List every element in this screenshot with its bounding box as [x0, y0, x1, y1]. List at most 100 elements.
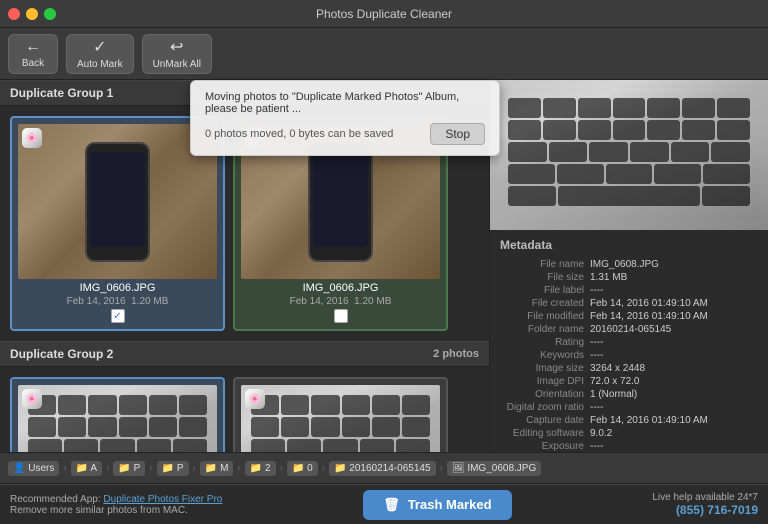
status-bar: 👤 Users › 📁 A › 📁 P › 📁 P › 📁 M › 📁 2 › …: [0, 452, 768, 484]
preview-keyboard: [498, 88, 760, 222]
breadcrumb-2[interactable]: 📁 2: [245, 461, 276, 476]
metadata-row: Capture dateFeb 14, 2016 01:49:10 AM: [500, 414, 758, 427]
photo-thumb: 🌸: [18, 124, 217, 279]
ios-icon: 🌸: [22, 128, 42, 148]
unmark-all-button[interactable]: ↩ UnMark All: [142, 34, 212, 74]
group-1-name: Duplicate Group 1: [10, 86, 113, 100]
photo-checkbox[interactable]: ✓: [111, 309, 125, 323]
metadata-section: Metadata File nameIMG_0608.JPGFile size1…: [490, 230, 768, 452]
live-help-section: Live help available 24*7 (855) 716-7019: [652, 492, 758, 517]
metadata-row: File modifiedFeb 14, 2016 01:49:10 AM: [500, 310, 758, 323]
metadata-row: Rating----: [500, 336, 758, 349]
traffic-lights: [8, 8, 56, 20]
meta-key: Image size: [500, 363, 590, 374]
photo-size: 1.20 MB: [354, 296, 391, 307]
photo-filename: IMG_0606.JPG: [80, 282, 156, 294]
meta-key: Image DPI: [500, 376, 590, 387]
breadcrumb-p2[interactable]: 📁 P: [157, 461, 189, 476]
trash-marked-button[interactable]: 🗑 Trash Marked: [363, 490, 511, 520]
meta-key: Orientation: [500, 389, 590, 400]
meta-key: Rating: [500, 337, 590, 348]
breadcrumb-sep: ›: [193, 463, 196, 474]
metadata-row: Image DPI72.0 x 72.0: [500, 375, 758, 388]
breadcrumb-sep: ›: [237, 463, 240, 474]
meta-key: Folder name: [500, 324, 590, 335]
photo-checkbox[interactable]: [334, 309, 348, 323]
photo-thumb: 🌸: [241, 385, 440, 452]
breadcrumb-0[interactable]: 📁 0: [287, 461, 318, 476]
auto-mark-icon: ✓: [93, 37, 106, 57]
metadata-row: Orientation1 (Normal): [500, 388, 758, 401]
keyboard-keys: [241, 385, 440, 452]
auto-mark-label: Auto Mark: [77, 59, 123, 70]
meta-key: Digital zoom ratio: [500, 402, 590, 413]
close-button[interactable]: [8, 8, 20, 20]
group-2-photos: 🌸 IMG_0608.JPG Feb 14, 2016 1.31 MB: [0, 367, 489, 452]
back-icon: ←: [25, 38, 41, 56]
minimize-button[interactable]: [26, 8, 38, 20]
meta-value: ----: [590, 285, 603, 296]
metadata-row: File label----: [500, 284, 758, 297]
toolbar: ← Back ✓ Auto Mark ↩ UnMark All: [0, 28, 768, 80]
metadata-row: File createdFeb 14, 2016 01:49:10 AM: [500, 297, 758, 310]
back-label: Back: [22, 58, 44, 69]
breadcrumb-m[interactable]: 📁 M: [200, 461, 234, 476]
photo-meta: Feb 14, 2016 1.20 MB: [67, 296, 169, 307]
metadata-rows: File nameIMG_0608.JPGFile size1.31 MBFil…: [500, 258, 758, 452]
metadata-row: Image size3264 x 2448: [500, 362, 758, 375]
meta-value: 1 (Normal): [590, 389, 637, 400]
photo-card[interactable]: 🌸 IMG_0608.JPG Feb 14, 2016 1.31 MB: [10, 377, 225, 452]
phone-screen: [313, 152, 368, 247]
ios-icon: 🌸: [22, 389, 42, 409]
meta-value: Feb 14, 2016 01:49:10 AM: [590, 298, 708, 309]
back-button[interactable]: ← Back: [8, 34, 58, 74]
metadata-row: Folder name20160214-065145: [500, 323, 758, 336]
phone-number: (855) 716-7019: [652, 503, 758, 517]
meta-key: File size: [500, 272, 590, 283]
maximize-button[interactable]: [44, 8, 56, 20]
breadcrumb-a[interactable]: 📁 A: [71, 461, 102, 476]
photo-filename: IMG_0606.JPG: [303, 282, 379, 294]
ios-icon: 🌸: [245, 389, 265, 409]
photo-card[interactable]: 🌸 IMG_0608.JPG Feb 14, 2016 1.31 MB: [233, 377, 448, 452]
meta-key: File modified: [500, 311, 590, 322]
recommended-text: Recommended App: Duplicate Photos Fixer …: [10, 494, 222, 505]
metadata-title: Metadata: [500, 238, 758, 252]
breadcrumb-sep: ›: [440, 463, 443, 474]
meta-key: Keywords: [500, 350, 590, 361]
group-2-name: Duplicate Group 2: [10, 347, 113, 361]
breadcrumb-users[interactable]: 👤 Users: [8, 461, 59, 476]
metadata-row: Digital zoom ratio----: [500, 401, 758, 414]
phone-screen: [90, 152, 145, 247]
live-help-text: Live help available 24*7: [652, 492, 758, 503]
recommended-section: Recommended App: Duplicate Photos Fixer …: [10, 494, 222, 516]
photo-date: Feb 14, 2016: [290, 296, 349, 307]
photo-thumb: 🌸: [18, 385, 217, 452]
meta-key: Editing software: [500, 428, 590, 439]
preview-image: [490, 80, 768, 230]
breadcrumb-sep: ›: [280, 463, 283, 474]
meta-value: ----: [590, 441, 603, 452]
photo-date: Feb 14, 2016: [67, 296, 126, 307]
photo-size: 1.20 MB: [131, 296, 168, 307]
phone-image: 🌸: [18, 124, 217, 279]
notification-status: 0 photos moved, 0 bytes can be saved: [205, 128, 393, 140]
app-link[interactable]: Duplicate Photos Fixer Pro: [103, 494, 222, 505]
meta-value: 3264 x 2448: [590, 363, 645, 374]
group-2-count: 2 photos: [433, 348, 479, 360]
stop-button[interactable]: Stop: [430, 123, 485, 145]
meta-key: Capture date: [500, 415, 590, 426]
breadcrumb-folder[interactable]: 📁 20160214-065145: [329, 461, 435, 476]
breadcrumb-sep: ›: [106, 463, 109, 474]
auto-mark-button[interactable]: ✓ Auto Mark: [66, 34, 134, 74]
breadcrumb-p1[interactable]: 📁 P: [113, 461, 145, 476]
breadcrumb-file[interactable]: 🖼 IMG_0608.JPG: [447, 461, 541, 476]
metadata-row: Exposure----: [500, 440, 758, 452]
bottom-bar: Recommended App: Duplicate Photos Fixer …: [0, 484, 768, 524]
meta-value: Feb 14, 2016 01:49:10 AM: [590, 311, 708, 322]
group-2-header: Duplicate Group 2 2 photos: [0, 341, 489, 367]
meta-value: ----: [590, 402, 603, 413]
unmark-all-label: UnMark All: [153, 59, 201, 70]
remove-text: Remove more similar photos from MAC.: [10, 505, 222, 516]
meta-value: ----: [590, 337, 603, 348]
